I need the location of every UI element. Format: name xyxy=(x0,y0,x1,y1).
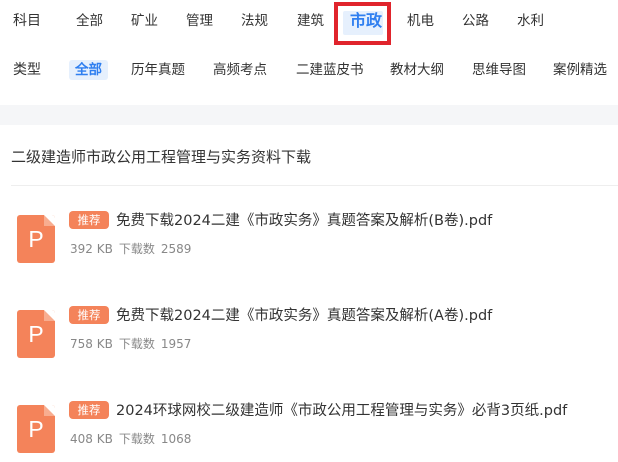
pdf-file-icon: P xyxy=(17,405,55,453)
subject-filter-label: 科目 xyxy=(13,13,41,29)
subject-option-water[interactable]: 水利 xyxy=(517,6,544,36)
downloads-label: 下载数 xyxy=(118,432,155,446)
subject-option-highway[interactable]: 公路 xyxy=(462,6,489,36)
recommend-badge: 推荐 xyxy=(69,211,109,229)
downloads-label: 下载数 xyxy=(118,337,155,351)
section-divider xyxy=(11,185,618,186)
pdf-file-icon: P xyxy=(17,215,55,263)
type-filter-label: 类型 xyxy=(13,62,41,78)
file-icon-letter: P xyxy=(28,226,44,252)
subject-filter-row: 科目 全部 矿业 管理 法规 建筑 机电 公路 水利 xyxy=(0,6,618,36)
file-meta: 392 KB 下载数 2589 xyxy=(70,240,197,257)
subject-option-management[interactable]: 管理 xyxy=(186,6,213,36)
file-name-link[interactable]: 免费下载2024二建《市政实务》真题答案及解析(B卷).pdf xyxy=(116,209,492,230)
downloads-count: 1068 xyxy=(160,432,192,446)
subject-option-building[interactable]: 建筑 xyxy=(297,6,324,36)
file-size: 392 KB xyxy=(70,242,113,256)
downloads-count: 2589 xyxy=(160,242,192,256)
type-option-mind-map[interactable]: 思维导图 xyxy=(472,55,526,85)
type-option-all[interactable]: 全部 xyxy=(69,60,108,80)
pdf-file-icon: P xyxy=(17,310,55,358)
type-option-blue-book[interactable]: 二建蓝皮书 xyxy=(296,55,364,85)
subject-option-all[interactable]: 全部 xyxy=(76,6,103,36)
section-separator-band xyxy=(0,105,618,125)
subject-option-mining[interactable]: 矿业 xyxy=(131,6,158,36)
file-list-item[interactable]: P 推荐 2024环球网校二级建造师《市政公用工程管理与实务》必背3页纸.pdf… xyxy=(0,401,618,461)
recommend-badge: 推荐 xyxy=(69,306,109,324)
file-list-item[interactable]: P 推荐 免费下载2024二建《市政实务》真题答案及解析(A卷).pdf 758… xyxy=(0,306,618,366)
type-option-past-exams[interactable]: 历年真题 xyxy=(131,55,185,85)
file-meta: 758 KB 下载数 1957 xyxy=(70,335,197,352)
type-option-key-points[interactable]: 高频考点 xyxy=(213,55,267,85)
file-size: 408 KB xyxy=(70,432,113,446)
subject-option-law[interactable]: 法规 xyxy=(241,6,268,36)
file-meta: 408 KB 下载数 1068 xyxy=(70,430,197,447)
downloads-count: 1957 xyxy=(160,337,192,351)
type-filter-row: 类型 全部 历年真题 高频考点 二建蓝皮书 教材大纲 思维导图 案例精选 xyxy=(0,55,618,85)
type-option-cases[interactable]: 案例精选 xyxy=(553,55,607,85)
downloads-label: 下载数 xyxy=(118,242,155,256)
file-icon-letter: P xyxy=(28,416,44,442)
file-icon-letter: P xyxy=(28,321,44,347)
highlight-annotation-box xyxy=(334,2,391,45)
file-name-link[interactable]: 2024环球网校二级建造师《市政公用工程管理与实务》必背3页纸.pdf xyxy=(116,399,567,420)
file-list-item[interactable]: P 推荐 免费下载2024二建《市政实务》真题答案及解析(B卷).pdf 392… xyxy=(0,211,618,271)
file-corner-fold xyxy=(44,215,55,226)
subject-option-mechanical[interactable]: 机电 xyxy=(407,6,434,36)
type-option-syllabus[interactable]: 教材大纲 xyxy=(390,55,444,85)
recommend-badge: 推荐 xyxy=(69,401,109,419)
section-title: 二级建造师市政公用工程管理与实务资料下载 xyxy=(11,148,312,166)
file-corner-fold xyxy=(44,310,55,321)
file-corner-fold xyxy=(44,405,55,416)
file-name-link[interactable]: 免费下载2024二建《市政实务》真题答案及解析(A卷).pdf xyxy=(116,304,492,325)
file-size: 758 KB xyxy=(70,337,113,351)
